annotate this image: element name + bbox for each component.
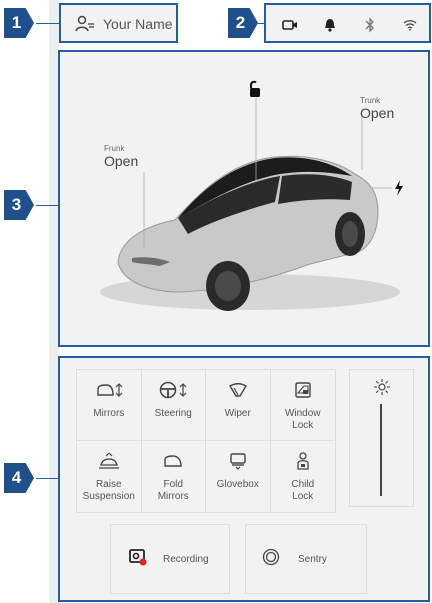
raise-suspension-button[interactable]: Raise Suspension bbox=[77, 441, 142, 512]
callout-3-leader bbox=[36, 205, 58, 206]
glovebox-button[interactable]: Glovebox bbox=[206, 441, 271, 512]
brightness-slider[interactable] bbox=[349, 369, 414, 507]
controls-grid: Mirrors Steering Wiper Window Lock Raise S… bbox=[76, 369, 336, 513]
sentry-button[interactable]: Sentry bbox=[245, 524, 367, 594]
tile-label-child-lock: Child Lock bbox=[291, 479, 315, 502]
wiper-icon bbox=[228, 380, 248, 400]
child-lock-button[interactable]: Child Lock bbox=[271, 441, 336, 512]
bluetooth-icon[interactable] bbox=[360, 15, 380, 35]
steering-button[interactable]: Steering bbox=[141, 370, 206, 441]
user-icon bbox=[75, 15, 95, 38]
frunk-label[interactable]: Frunk Open bbox=[104, 144, 138, 169]
quick-controls-panel: Mirrors Steering Wiper Window Lock Raise S… bbox=[58, 356, 430, 602]
tile-label-mirrors: Mirrors bbox=[93, 408, 125, 419]
callout-4: 4 bbox=[4, 463, 34, 493]
glovebox-icon bbox=[229, 451, 247, 471]
lightning-icon[interactable] bbox=[394, 180, 404, 201]
unlock-icon[interactable] bbox=[248, 80, 262, 103]
callout-2: 2 bbox=[228, 8, 258, 38]
steering-wheel-icon bbox=[158, 380, 188, 400]
mirrors-button[interactable]: Mirrors bbox=[77, 370, 142, 441]
profile-button[interactable]: Your Name bbox=[59, 3, 178, 43]
tile-label-raise-suspension: Raise Suspension bbox=[82, 479, 135, 502]
frunk-title: Frunk bbox=[104, 144, 125, 153]
dashcam-record-icon bbox=[129, 548, 147, 571]
trunk-state: Open bbox=[360, 105, 395, 121]
camera-icon[interactable] bbox=[280, 15, 300, 35]
trunk-label[interactable]: Trunk Open bbox=[360, 96, 394, 121]
trunk-title: Trunk bbox=[360, 96, 381, 105]
mirror-adjust-icon bbox=[94, 380, 124, 400]
sentry-icon bbox=[262, 548, 280, 571]
sentry-label: Sentry bbox=[298, 553, 327, 565]
window-lock-icon bbox=[294, 380, 312, 400]
frunk-state: Open bbox=[104, 153, 139, 169]
bell-icon[interactable] bbox=[320, 15, 340, 35]
tile-label-glovebox: Glovebox bbox=[216, 479, 259, 490]
callout-3: 3 bbox=[4, 190, 34, 220]
brightness-icon bbox=[373, 378, 391, 401]
wifi-icon[interactable] bbox=[400, 15, 420, 35]
callout-1: 1 bbox=[4, 8, 34, 38]
fold-mirrors-button[interactable]: Fold Mirrors bbox=[142, 441, 206, 512]
window-lock-button[interactable]: Window Lock bbox=[270, 370, 335, 441]
wiper-button[interactable]: Wiper bbox=[206, 370, 271, 441]
tile-label-fold-mirrors: Fold Mirrors bbox=[157, 479, 189, 502]
fold-mirror-icon bbox=[163, 451, 183, 471]
status-bar bbox=[264, 3, 431, 43]
suspension-icon bbox=[98, 451, 120, 471]
profile-name: Your Name bbox=[103, 16, 173, 32]
brightness-track[interactable] bbox=[380, 404, 382, 496]
callout-4-leader bbox=[36, 478, 58, 479]
recording-button[interactable]: Recording bbox=[110, 524, 230, 594]
vehicle-panel: Frunk Open Trunk Open bbox=[58, 50, 430, 347]
callout-1-leader bbox=[36, 23, 59, 24]
tile-label-wiper: Wiper bbox=[224, 408, 251, 419]
recording-label: Recording bbox=[163, 553, 209, 565]
child-lock-icon bbox=[295, 451, 311, 471]
tile-label-window-lock: Window Lock bbox=[284, 408, 321, 431]
tile-label-steering: Steering bbox=[154, 408, 192, 419]
